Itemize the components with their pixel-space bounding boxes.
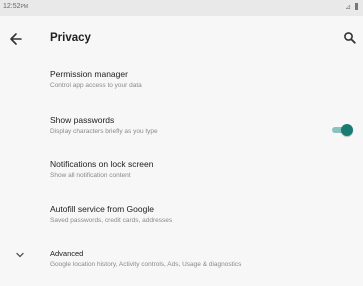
status-time-value: 12:52	[3, 3, 21, 10]
chevron-down-icon	[16, 252, 24, 258]
setting-summary: Show all notification content	[50, 172, 131, 179]
setting-permission-manager: Permission manager Control app access to…	[50, 69, 350, 90]
setting-summary: Control app access to your data	[50, 82, 142, 89]
page-title: Privacy	[50, 32, 91, 44]
setting-advanced: Advanced Google location history, Activi…	[50, 248, 350, 269]
signal-icon: ⊿	[345, 4, 353, 11]
setting-notifications-lock-screen: Notifications on lock screen Show all no…	[50, 159, 350, 180]
arrow-back-icon	[10, 33, 22, 45]
search-button[interactable]	[342, 30, 358, 46]
setting-title: Advanced	[50, 249, 84, 258]
setting-show-passwords: Show passwords Display characters briefl…	[50, 115, 350, 136]
setting-summary: Saved passwords, credit cards, addresses	[50, 217, 173, 224]
setting-summary: Display characters briefly as you type	[50, 128, 158, 135]
setting-title: Show passwords	[50, 115, 115, 125]
status-bar: 12:52PM ⊿	[0, 0, 363, 16]
setting-autofill-service: Autofill service from Google Saved passw…	[50, 204, 350, 225]
status-icons: ⊿	[345, 3, 358, 11]
app-bar: Privacy	[0, 16, 363, 62]
back-button[interactable]	[6, 29, 26, 49]
setting-summary: Google location history, Activity contro…	[50, 261, 242, 268]
setting-title: Notifications on lock screen	[50, 159, 154, 169]
show-passwords-toggle[interactable]	[332, 124, 354, 136]
search-icon	[344, 32, 356, 44]
battery-icon	[355, 3, 358, 10]
setting-title: Autofill service from Google	[50, 204, 154, 214]
status-time: 12:52PM	[3, 3, 28, 10]
status-time-ampm: PM	[20, 4, 29, 10]
setting-title: Permission manager	[50, 69, 128, 79]
toggle-thumb	[341, 124, 353, 136]
